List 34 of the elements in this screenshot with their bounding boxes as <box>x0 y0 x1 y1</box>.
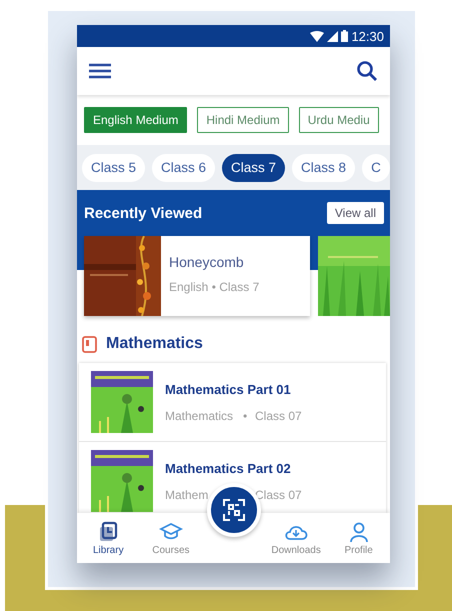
nav-tab[interactable]: Courses <box>140 513 202 563</box>
book-stack-icon <box>97 520 120 542</box>
medium-chip[interactable]: English Medium <box>84 107 188 133</box>
signal-icon <box>327 30 338 42</box>
separator-dot: • <box>243 408 248 422</box>
book-class: Class 07 <box>255 408 302 422</box>
scan-icon <box>222 498 246 522</box>
book-title[interactable]: Mathematics Part 02 <box>165 460 302 476</box>
medium-chip[interactable]: Hindi Medium <box>197 107 289 133</box>
menu-icon[interactable] <box>89 63 111 79</box>
book-card[interactable]: Honeycomb English • Class 7 <box>84 236 310 316</box>
class-tab[interactable]: Class 6 <box>152 154 216 182</box>
book-title[interactable]: Mathematics Part 01 <box>165 382 302 396</box>
class-tab[interactable]: C <box>362 154 390 182</box>
view-all-button[interactable]: View all <box>326 202 384 224</box>
book-title: Honeycomb <box>169 254 245 270</box>
medium-chip[interactable]: Urdu Mediu <box>298 107 379 133</box>
search-icon[interactable] <box>356 60 378 82</box>
class-tab[interactable]: Class 5 <box>82 154 146 182</box>
section-title: Mathematics <box>106 335 203 353</box>
section-title: Recently Viewed <box>84 204 202 222</box>
book-subject: Mathematics <box>165 408 234 422</box>
book-icon <box>82 336 97 352</box>
person-icon <box>348 520 370 542</box>
nav-tab[interactable]: Profile <box>327 513 390 563</box>
clock-time: 12:30 <box>351 28 384 44</box>
battery-icon <box>341 30 348 42</box>
class-tab[interactable]: Class 7 <box>222 154 286 182</box>
class-tab[interactable]: Class 8 <box>292 154 356 182</box>
book-meta: English • Class 7 <box>169 280 260 294</box>
wifi-icon <box>310 30 324 42</box>
nav-tab[interactable]: Downloads <box>264 513 328 563</box>
nav-tab[interactable]: Library <box>77 513 140 563</box>
book-subject: Mathem <box>165 488 210 502</box>
